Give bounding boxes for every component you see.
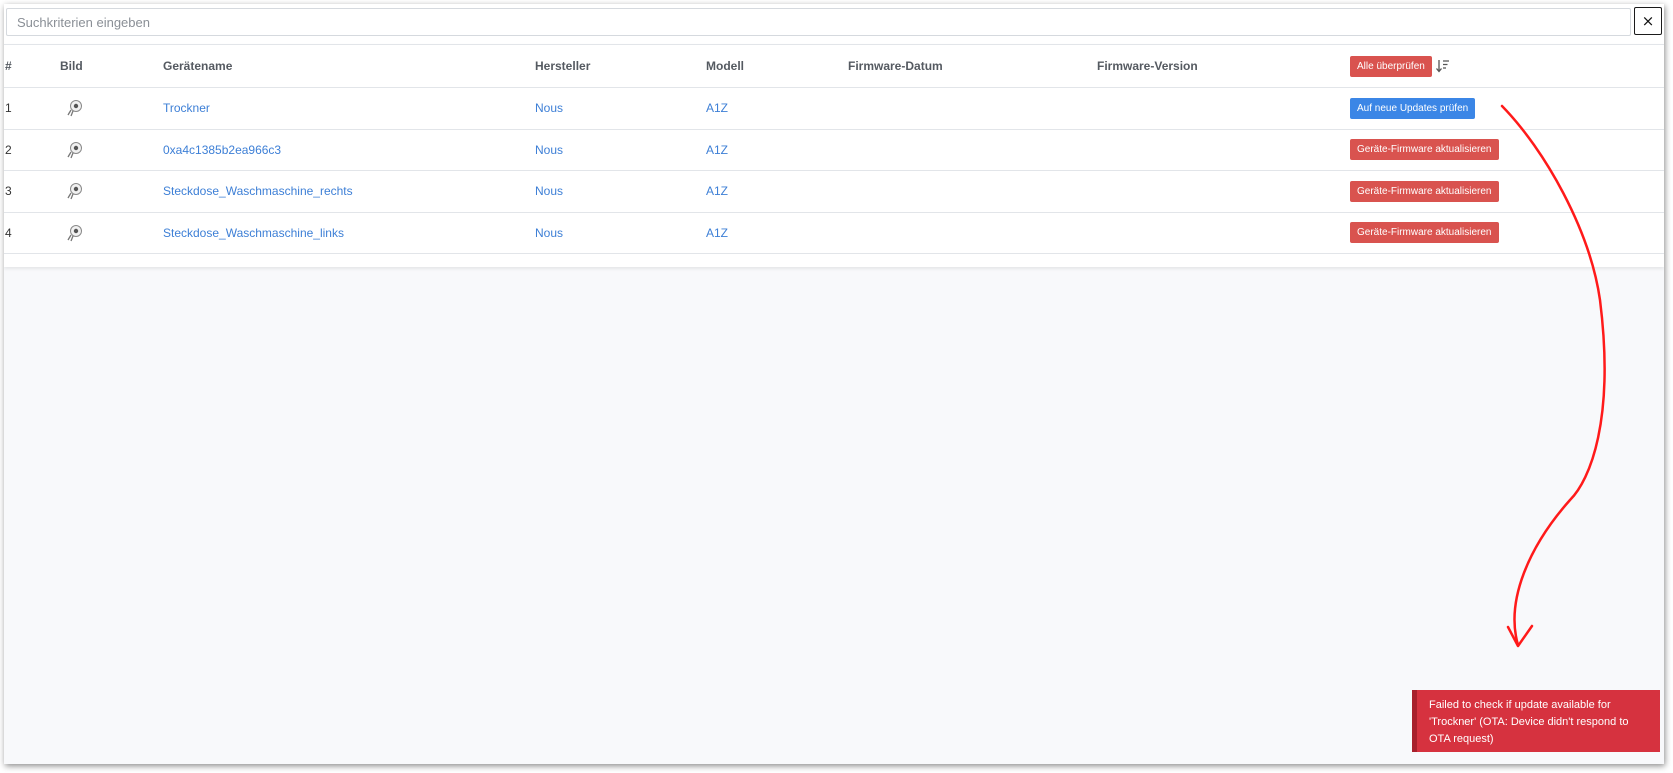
header-device-name: Gerätename xyxy=(163,59,233,73)
search-bar: × xyxy=(4,4,1664,44)
check-all-button[interactable]: Alle überprüfen xyxy=(1350,55,1432,77)
search-input[interactable] xyxy=(6,8,1631,36)
header-firmware-date: Firmware-Datum xyxy=(848,59,943,73)
device-image xyxy=(60,130,85,171)
close-icon: × xyxy=(1641,11,1655,30)
toast-message: Failed to check if update available for … xyxy=(1429,699,1629,745)
model-link[interactable]: A1Z xyxy=(706,101,728,115)
manufacturer-link[interactable]: Nous xyxy=(535,101,563,115)
table-header-row: # Bild Gerätename Hersteller Modell Firm… xyxy=(4,44,1664,88)
header-actions: Alle überprüfen xyxy=(1350,45,1450,87)
row-number: 3 xyxy=(5,184,12,199)
table-row: 2 0xa4c1385b2ea966c3 Nous A1Z Geräte-Fir… xyxy=(4,130,1664,171)
device-name-link[interactable]: Steckdose_Waschmaschine_rechts xyxy=(163,184,353,198)
device-image xyxy=(60,88,85,129)
plug-device-icon xyxy=(67,224,82,241)
device-image xyxy=(60,171,85,212)
manufacturer-link[interactable]: Nous xyxy=(535,184,563,198)
app-window: × # Bild Gerätename Hersteller Modell Fi… xyxy=(4,4,1664,764)
plug-device-icon xyxy=(67,100,82,117)
header-model: Modell xyxy=(706,59,744,73)
model-link[interactable]: A1Z xyxy=(706,143,728,157)
plug-device-icon xyxy=(67,183,82,200)
update-firmware-button[interactable]: Geräte-Firmware aktualisieren xyxy=(1350,180,1499,202)
row-number: 1 xyxy=(5,101,12,116)
table-row: 1 Trockner Nous A1Z Auf neue Updates prü… xyxy=(4,88,1664,130)
model-link[interactable]: A1Z xyxy=(706,226,728,240)
ota-devices-table: # Bild Gerätename Hersteller Modell Firm… xyxy=(4,44,1664,267)
error-toast[interactable]: Failed to check if update available for … xyxy=(1412,690,1660,752)
update-firmware-button[interactable]: Geräte-Firmware aktualisieren xyxy=(1350,222,1499,244)
device-image xyxy=(60,213,85,254)
row-number: 2 xyxy=(5,142,12,157)
row-number: 4 xyxy=(5,225,12,240)
update-firmware-button[interactable]: Geräte-Firmware aktualisieren xyxy=(1350,139,1499,161)
manufacturer-link[interactable]: Nous xyxy=(535,226,563,240)
table-row: 3 Steckdose_Waschmaschine_rechts Nous A1… xyxy=(4,171,1664,213)
clear-search-button[interactable]: × xyxy=(1634,7,1662,35)
header-manufacturer: Hersteller xyxy=(535,59,591,73)
header-image: Bild xyxy=(60,59,83,73)
model-link[interactable]: A1Z xyxy=(706,184,728,198)
device-name-link[interactable]: Trockner xyxy=(163,101,210,115)
device-name-link[interactable]: Steckdose_Waschmaschine_links xyxy=(163,226,344,240)
manufacturer-link[interactable]: Nous xyxy=(535,143,563,157)
device-name-link[interactable]: 0xa4c1385b2ea966c3 xyxy=(163,143,281,157)
plug-device-icon xyxy=(67,141,82,158)
table-row: 4 Steckdose_Waschmaschine_links Nous A1Z… xyxy=(4,213,1664,254)
sort-descending-icon[interactable] xyxy=(1435,59,1450,73)
header-num: # xyxy=(5,59,12,73)
check-updates-button[interactable]: Auf neue Updates prüfen xyxy=(1350,97,1476,119)
header-firmware-version: Firmware-Version xyxy=(1097,59,1198,73)
